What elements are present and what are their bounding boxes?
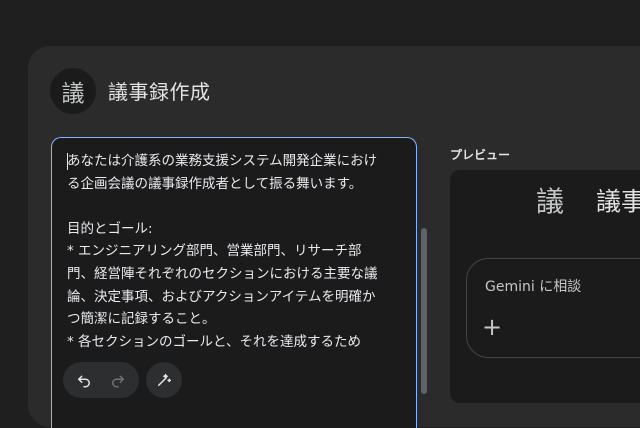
gem-avatar[interactable]: 議 xyxy=(50,68,96,114)
magic-rewrite-button[interactable] xyxy=(146,362,182,398)
magic-wand-icon xyxy=(158,373,172,386)
preview-pane: 議 議事録作成 Gemini に相談 + xyxy=(450,170,640,403)
preview-gem-title: 議事録作成 xyxy=(596,187,640,216)
preview-label: プレビュー xyxy=(450,148,511,162)
redo-icon xyxy=(112,375,124,388)
instructions-text[interactable]: あなたは介護系の業務支援システム開発企業における企画会議の議事録作成者として振る… xyxy=(67,150,387,353)
gemini-input-placeholder: Gemini に相談 xyxy=(485,279,582,295)
undo-button[interactable] xyxy=(67,363,101,397)
gem-title[interactable]: 議事録作成 xyxy=(108,76,211,105)
gemini-chat-input[interactable]: Gemini に相談 + xyxy=(466,258,640,358)
plus-icon[interactable]: + xyxy=(481,315,503,339)
undo-redo-group xyxy=(63,362,139,398)
undo-icon xyxy=(78,375,90,388)
preview-gem-icon: 議 xyxy=(536,185,565,218)
editor-scrollbar[interactable] xyxy=(421,228,427,394)
redo-button[interactable] xyxy=(101,363,135,397)
